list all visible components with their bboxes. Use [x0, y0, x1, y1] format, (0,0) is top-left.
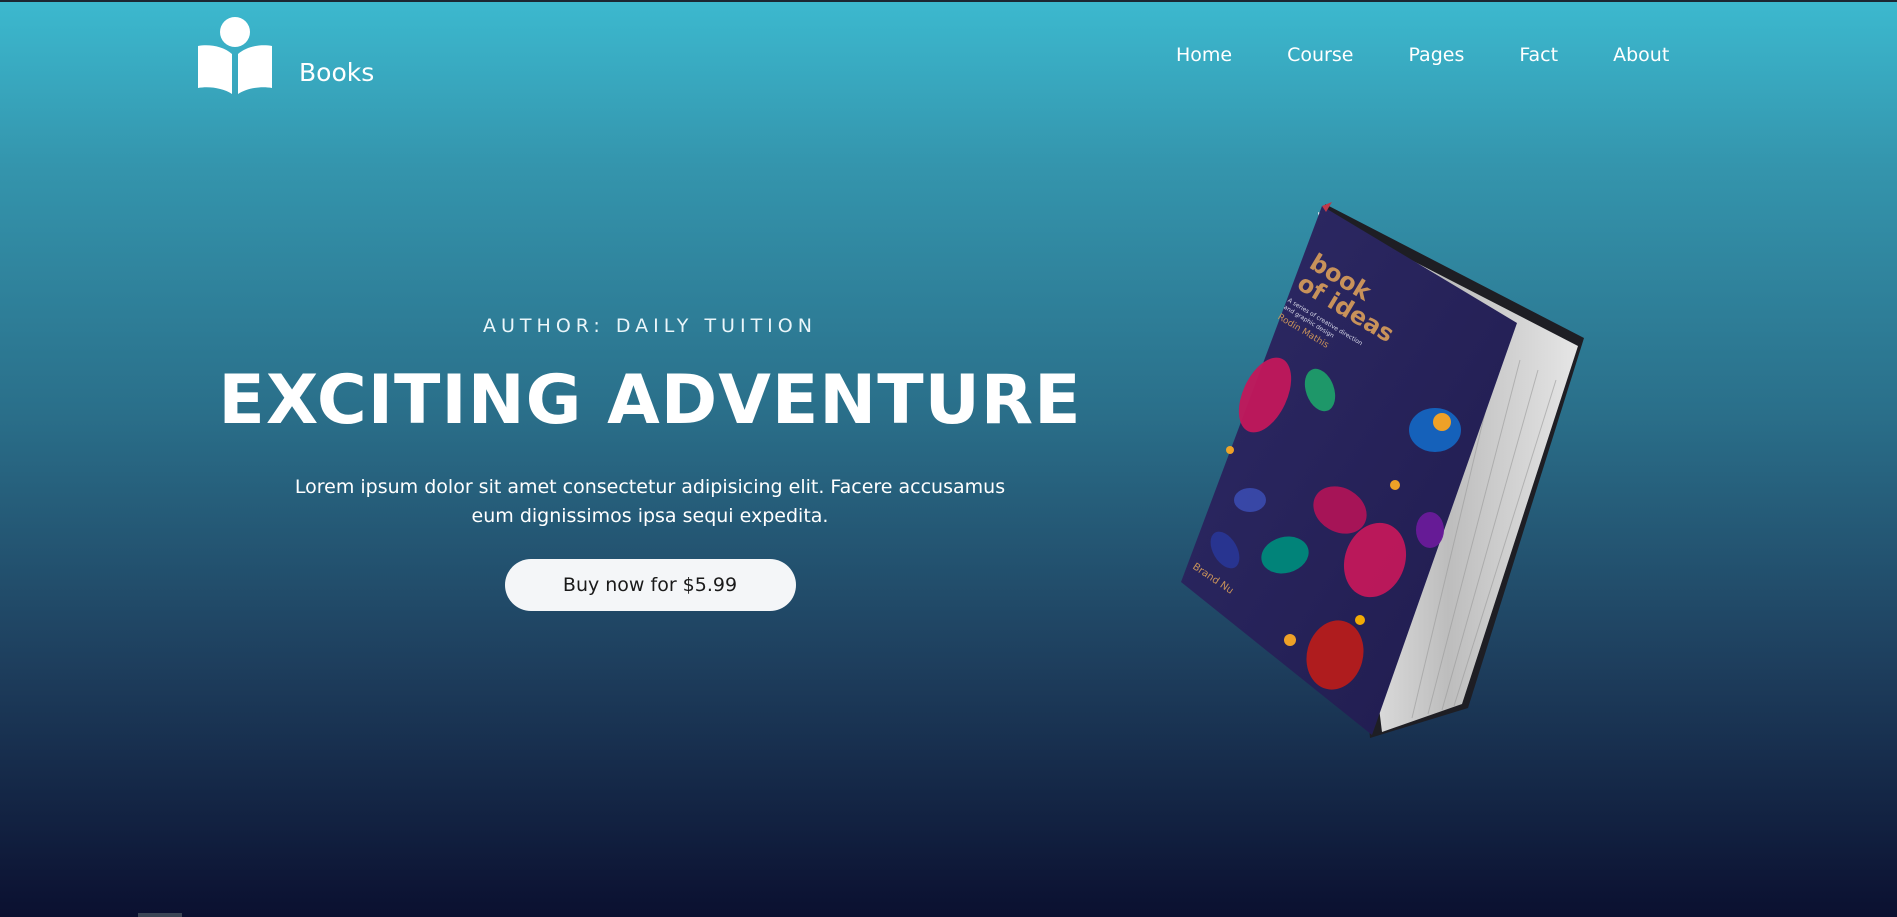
author-line: AUTHOR: DAILY TUITION	[483, 315, 817, 337]
hero-title: EXCITING ADVENTURE	[218, 361, 1082, 440]
book-reader-icon[interactable]	[195, 16, 275, 96]
nav-about[interactable]: About	[1613, 44, 1669, 66]
scroll-indicator	[138, 913, 182, 917]
book-cover-image: book of ideas A series of creative direc…	[1181, 202, 1584, 738]
hero-description: Lorem ipsum dolor sit amet consectetur a…	[294, 476, 1006, 527]
brand-name[interactable]: Books	[299, 58, 374, 87]
nav-home[interactable]: Home	[1176, 44, 1232, 66]
nav-fact[interactable]: Fact	[1519, 44, 1558, 66]
hero-section: AUTHOR: DAILY TUITION EXCITING ADVENTURE…	[200, 315, 1100, 611]
nav-course[interactable]: Course	[1287, 44, 1353, 66]
site-header: Books Home Course Pages Fact About	[0, 0, 1897, 110]
main-nav: Home Course Pages Fact About	[1176, 44, 1669, 66]
nav-pages[interactable]: Pages	[1408, 44, 1464, 66]
buy-now-button[interactable]: Buy now for $5.99	[504, 559, 796, 611]
